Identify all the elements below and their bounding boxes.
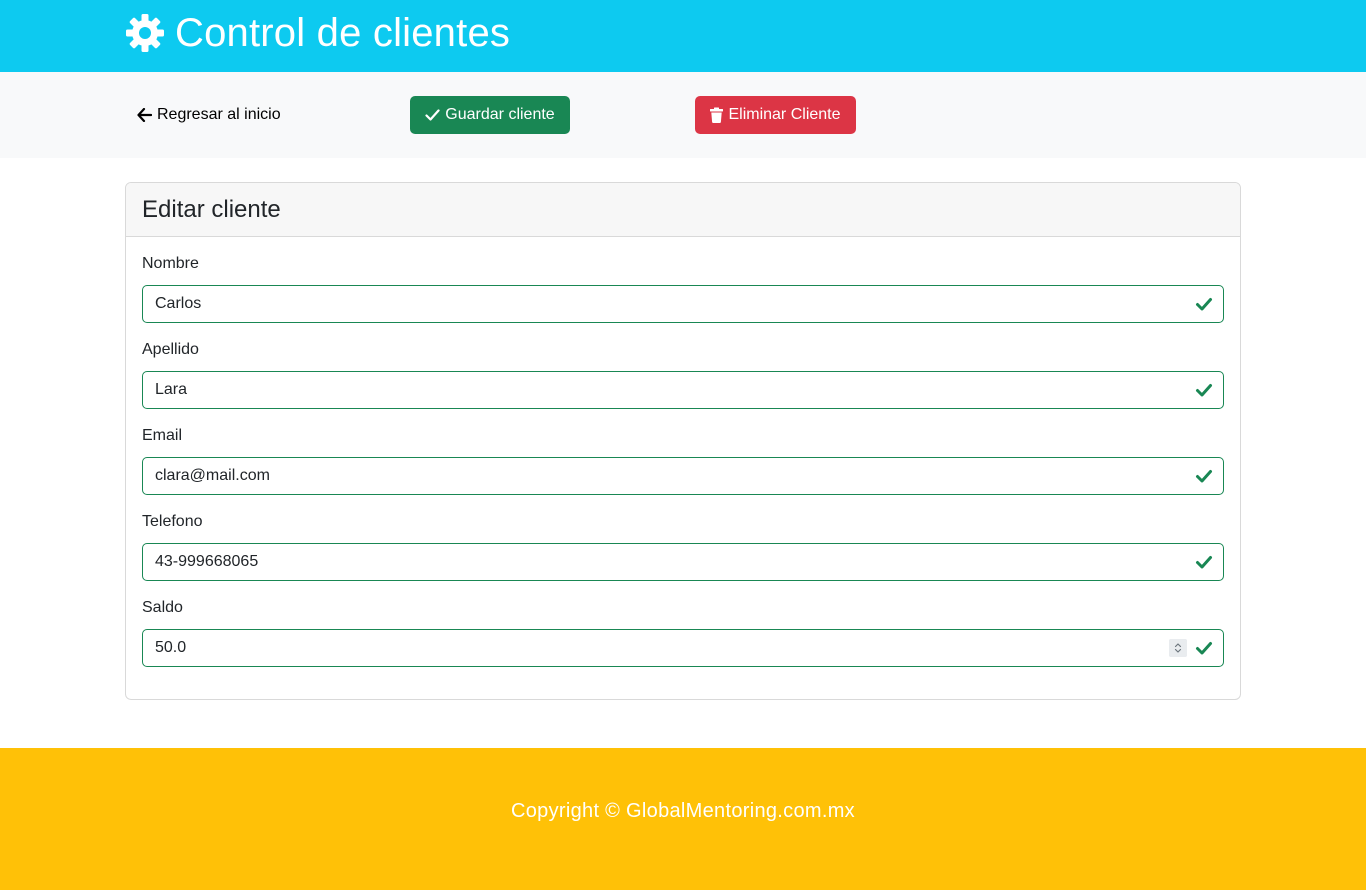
- trash-icon: [710, 107, 724, 123]
- telefono-input[interactable]: 43-999668065: [142, 543, 1224, 581]
- action-toolbar: Regresar al inicio Guardar cliente Elimi…: [0, 72, 1366, 158]
- field-telefono: Telefono 43-999668065: [142, 511, 1224, 581]
- app-header: Control de clientes: [0, 0, 1366, 72]
- saldo-label: Saldo: [142, 599, 183, 616]
- valid-check-icon: [1196, 470, 1212, 483]
- nombre-input[interactable]: Carlos: [142, 285, 1224, 323]
- nombre-label: Nombre: [142, 255, 199, 272]
- back-link-label: Regresar al inicio: [157, 106, 281, 123]
- back-to-home-link[interactable]: Regresar al inicio: [137, 96, 281, 134]
- telefono-label: Telefono: [142, 513, 203, 530]
- gear-icon: [126, 14, 164, 52]
- email-label: Email: [142, 427, 183, 444]
- saldo-input[interactable]: 50.0: [142, 629, 1224, 667]
- edit-client-card: Editar cliente Nombre Carlos Apellido La…: [125, 182, 1241, 700]
- email-input[interactable]: clara@mail.com: [142, 457, 1224, 495]
- check-icon: [425, 109, 440, 121]
- valid-check-icon: [1196, 642, 1212, 655]
- card-header: Editar cliente: [126, 183, 1240, 237]
- field-apellido: Apellido Lara: [142, 339, 1224, 409]
- delete-button-label: Eliminar Cliente: [728, 106, 841, 123]
- saldo-value: 50.0: [155, 639, 187, 656]
- field-email: Email clara@mail.com: [142, 425, 1224, 495]
- page-footer: Copyright © GlobalMentoring.com.mx: [0, 748, 1366, 890]
- email-value: clara@mail.com: [155, 467, 270, 484]
- valid-check-icon: [1196, 556, 1212, 569]
- nombre-value: Carlos: [155, 295, 202, 312]
- delete-client-button[interactable]: Eliminar Cliente: [695, 96, 856, 134]
- apellido-value: Lara: [155, 381, 188, 398]
- save-client-button[interactable]: Guardar cliente: [410, 96, 570, 134]
- number-spinner-icon[interactable]: [1169, 639, 1187, 657]
- save-button-label: Guardar cliente: [445, 106, 555, 123]
- copyright-text: Copyright © GlobalMentoring.com.mx: [511, 800, 855, 822]
- arrow-left-icon: [137, 108, 152, 122]
- field-saldo: Saldo 50.0: [142, 597, 1224, 667]
- card-title: Editar cliente: [142, 195, 281, 223]
- telefono-value: 43-999668065: [155, 553, 259, 570]
- apellido-label: Apellido: [142, 341, 199, 358]
- app-title: Control de clientes: [175, 11, 511, 55]
- field-nombre: Nombre Carlos: [142, 253, 1224, 323]
- valid-check-icon: [1196, 298, 1212, 311]
- valid-check-icon: [1196, 384, 1212, 397]
- apellido-input[interactable]: Lara: [142, 371, 1224, 409]
- brand: Control de clientes: [125, 10, 510, 56]
